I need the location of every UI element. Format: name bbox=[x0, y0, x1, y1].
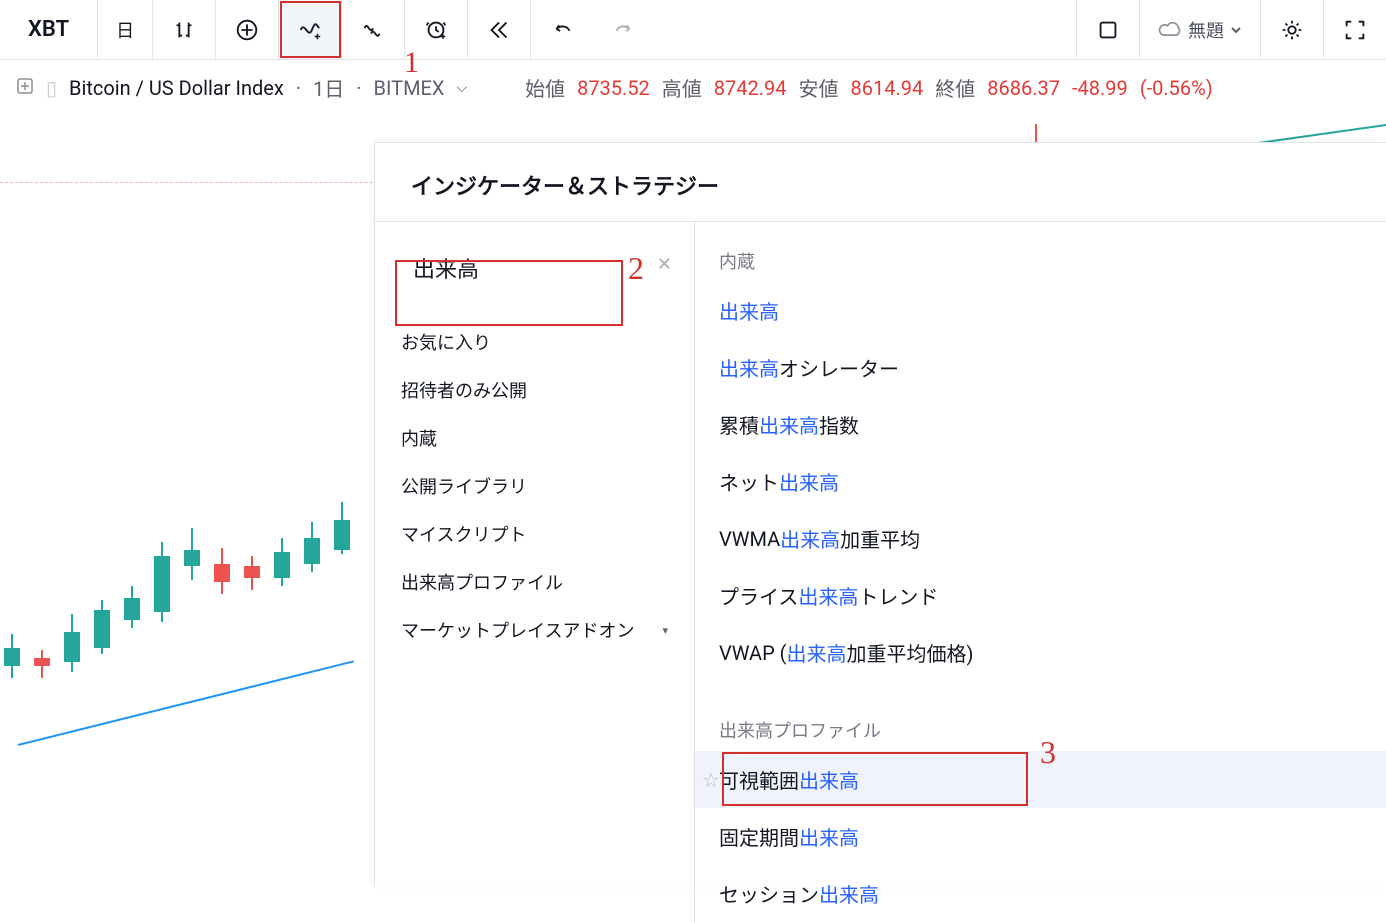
open-label: 始値 bbox=[525, 73, 565, 102]
indicator-result[interactable]: プライス出来高トレンド bbox=[695, 567, 1386, 624]
category-item[interactable]: お気に入り bbox=[401, 318, 668, 366]
add-pane-icon[interactable] bbox=[16, 76, 34, 100]
symbol-period: 1日 bbox=[313, 73, 344, 102]
close-value: 8686.37 bbox=[987, 76, 1060, 100]
modal-title: インジケーター＆ストラテジー bbox=[375, 143, 1386, 221]
category-item[interactable]: マーケットプレイスアドオン▾ bbox=[401, 606, 668, 654]
settings-icon[interactable] bbox=[1260, 0, 1323, 59]
low-label: 安値 bbox=[799, 73, 839, 102]
symbol-exchange[interactable]: BITMEX bbox=[374, 76, 445, 100]
indicator-result[interactable]: 固定期間出来高 bbox=[695, 808, 1386, 865]
indicator-result[interactable]: 累積出来高指数 bbox=[695, 396, 1386, 453]
indicators-modal: インジケーター＆ストラテジー ✕ お気に入り招待者のみ公開内蔵公開ライブラリマイ… bbox=[374, 142, 1386, 887]
trend-line bbox=[18, 660, 354, 746]
indicators-icon[interactable] bbox=[279, 0, 342, 59]
undo-icon[interactable] bbox=[531, 0, 593, 59]
compare-icon[interactable] bbox=[216, 0, 279, 59]
clear-search-icon[interactable]: ✕ bbox=[657, 254, 672, 275]
results-group-header-1: 内蔵 bbox=[695, 230, 1386, 282]
symbol-name[interactable]: Bitcoin / US Dollar Index bbox=[69, 76, 284, 100]
chevron-down-icon bbox=[1230, 24, 1242, 36]
interval-button[interactable]: 日 bbox=[98, 0, 153, 59]
category-item[interactable]: 招待者のみ公開 bbox=[401, 366, 668, 414]
favorite-star-icon[interactable]: ☆ bbox=[702, 768, 720, 792]
results-group-header-2: 出来高プロファイル bbox=[695, 699, 1386, 751]
search-input[interactable] bbox=[413, 256, 691, 281]
templates-icon[interactable] bbox=[342, 0, 405, 59]
alert-icon[interactable] bbox=[405, 0, 468, 59]
indicator-result[interactable]: VWMA出来高加重平均 bbox=[695, 510, 1386, 567]
indicator-result[interactable]: 出来高オシレーター bbox=[695, 339, 1386, 396]
symbol-button[interactable]: XBT bbox=[0, 0, 98, 59]
close-label: 終値 bbox=[935, 73, 975, 102]
chevron-down-icon[interactable]: ⌵ bbox=[456, 80, 467, 96]
redo-icon[interactable] bbox=[593, 0, 655, 59]
change-pct: (-0.56%) bbox=[1140, 76, 1213, 100]
indicator-result[interactable]: 可視範囲出来高 bbox=[695, 751, 1386, 808]
change-abs: -48.99 bbox=[1072, 76, 1128, 100]
flag-icon[interactable]: ▯ bbox=[46, 76, 57, 100]
indicator-result[interactable]: ネット出来高 bbox=[695, 453, 1386, 510]
indicator-result[interactable]: セッション出来高 bbox=[695, 865, 1386, 922]
layout-icon[interactable] bbox=[1076, 0, 1139, 59]
high-label: 高値 bbox=[662, 73, 702, 102]
modal-results: 内蔵 出来高出来高オシレーター累積出来高指数ネット出来高VWMA出来高加重平均プ… bbox=[695, 222, 1386, 922]
modal-sidebar: ✕ お気に入り招待者のみ公開内蔵公開ライブラリマイスクリプト出来高プロファイルマ… bbox=[375, 222, 695, 922]
fullscreen-icon[interactable] bbox=[1323, 0, 1386, 59]
low-value: 8614.94 bbox=[851, 76, 924, 100]
search-wrapper: ✕ bbox=[401, 240, 668, 296]
layout-name-label: 無題 bbox=[1188, 17, 1224, 43]
high-value: 8742.94 bbox=[714, 76, 787, 100]
category-item[interactable]: 内蔵 bbox=[401, 414, 668, 462]
category-item[interactable]: マイスクリプト bbox=[401, 510, 668, 558]
indicator-result[interactable]: VWAP (出来高加重平均価格) bbox=[695, 624, 1386, 681]
category-item[interactable]: 公開ライブラリ bbox=[401, 462, 668, 510]
category-item[interactable]: 出来高プロファイル bbox=[401, 558, 668, 606]
chevron-down-icon: ▾ bbox=[662, 624, 668, 637]
symbol-infobar: ▯ Bitcoin / US Dollar Index · 1日 · BITME… bbox=[0, 60, 1386, 115]
top-toolbar: XBT 日 bbox=[0, 0, 1386, 60]
replay-icon[interactable] bbox=[468, 0, 531, 59]
candles-icon[interactable] bbox=[153, 0, 216, 59]
layout-name-button[interactable]: 無題 bbox=[1139, 0, 1260, 59]
indicator-result[interactable]: 出来高 bbox=[695, 282, 1386, 339]
open-value: 8735.52 bbox=[577, 76, 650, 100]
